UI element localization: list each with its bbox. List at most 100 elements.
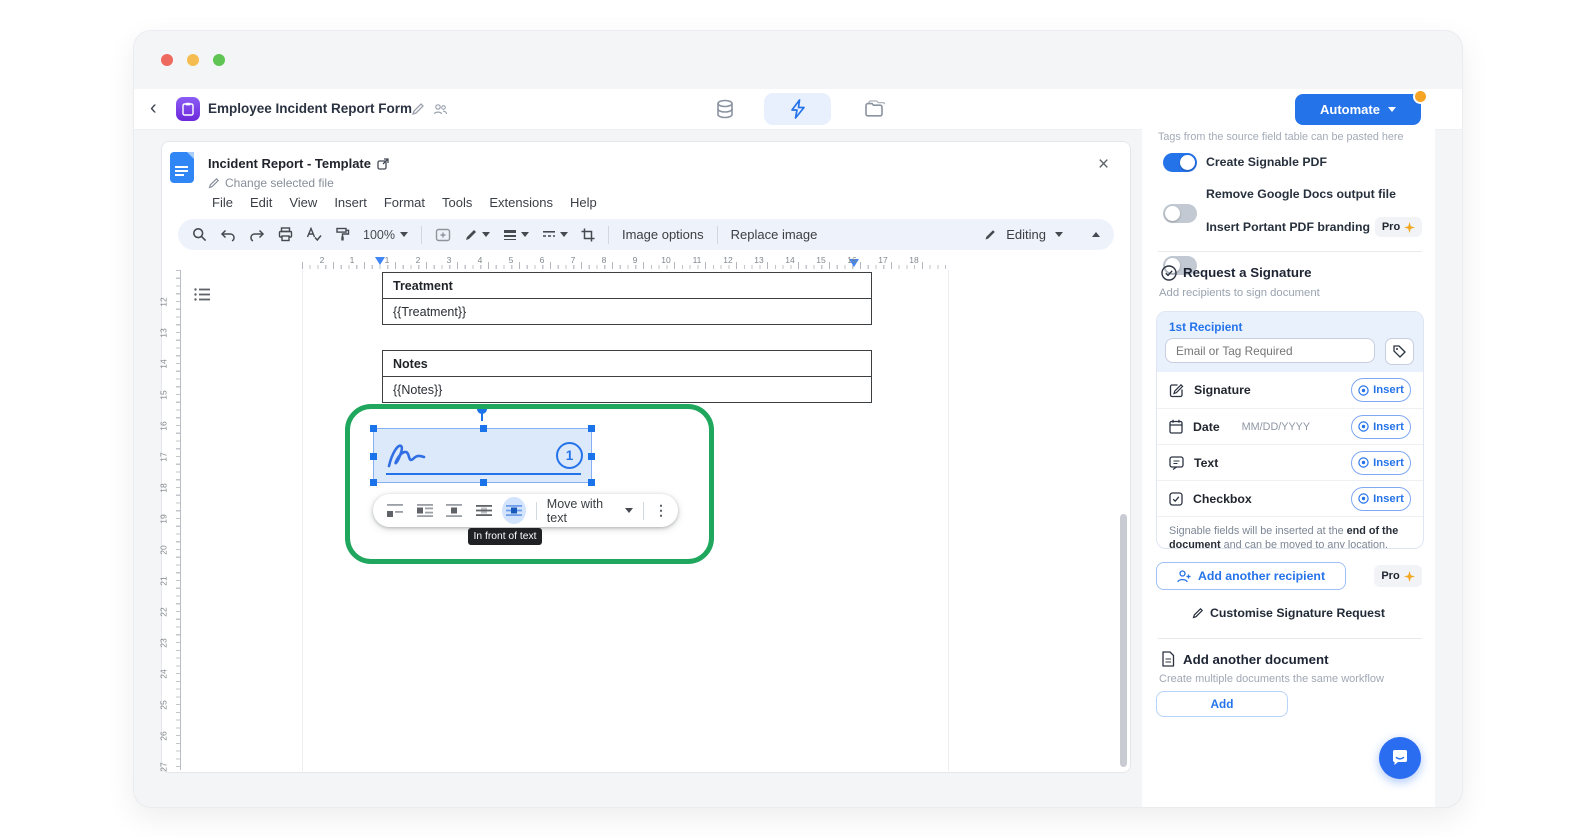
check-circle-icon bbox=[1161, 265, 1177, 281]
tag-icon bbox=[1393, 345, 1406, 358]
close-icon[interactable]: × bbox=[1098, 156, 1109, 174]
create-signable-pdf-toggle[interactable] bbox=[1163, 153, 1197, 172]
close-window-icon[interactable] bbox=[161, 54, 173, 66]
table-value-cell: {{Treatment}} bbox=[383, 299, 871, 324]
insert-signature-button[interactable]: Insert bbox=[1351, 378, 1411, 402]
insert-text-button[interactable]: Insert bbox=[1351, 451, 1411, 475]
recipient-email-input[interactable] bbox=[1165, 338, 1375, 363]
ruler-number: 5 bbox=[509, 255, 514, 265]
menu-tools[interactable]: Tools bbox=[442, 195, 472, 210]
ruler-number: 6 bbox=[540, 255, 545, 265]
menu-view[interactable]: View bbox=[289, 195, 317, 210]
table-header-cell: Notes bbox=[383, 351, 871, 377]
replace-image-button[interactable]: Replace image bbox=[731, 227, 818, 242]
divider bbox=[1158, 251, 1422, 252]
customise-signature-link[interactable]: Customise Signature Request bbox=[1142, 606, 1435, 620]
minimize-window-icon[interactable] bbox=[187, 54, 199, 66]
zoom-select[interactable]: 100% bbox=[363, 228, 408, 242]
zoom-value: 100% bbox=[363, 228, 395, 242]
redo-icon[interactable] bbox=[249, 228, 265, 242]
collapse-toolbar-icon[interactable] bbox=[1092, 232, 1100, 237]
menu-help[interactable]: Help bbox=[570, 195, 597, 210]
notes-table: Notes {{Notes}} bbox=[382, 350, 872, 403]
ruler-number: 14 bbox=[785, 255, 794, 265]
document-icon bbox=[1161, 651, 1175, 667]
menu-edit[interactable]: Edit bbox=[250, 195, 272, 210]
data-source-icon[interactable] bbox=[714, 98, 736, 120]
change-file-label: Change selected file bbox=[225, 176, 334, 190]
ruler-number: 18 bbox=[909, 255, 918, 265]
add-comment-icon[interactable] bbox=[435, 228, 451, 242]
tab-automations[interactable] bbox=[764, 93, 831, 125]
insert-date-button[interactable]: Insert bbox=[1351, 415, 1411, 439]
field-label: Signature bbox=[1194, 383, 1251, 397]
menu-file[interactable]: File bbox=[212, 195, 233, 210]
ruler-number: 27 bbox=[159, 762, 169, 771]
back-icon[interactable]: ‹ bbox=[150, 97, 157, 119]
horizontal-ruler: 21123456789101112131415161718 bbox=[162, 254, 1130, 270]
vertical-scrollbar[interactable] bbox=[1120, 514, 1127, 767]
ruler-number: 1 bbox=[385, 255, 390, 265]
editing-pencil-icon bbox=[984, 228, 997, 241]
mode-selector[interactable]: Editing bbox=[984, 227, 1063, 242]
document-outline-icon[interactable] bbox=[194, 288, 210, 301]
maximize-window-icon[interactable] bbox=[213, 54, 225, 66]
insert-label: Insert bbox=[1373, 457, 1404, 469]
left-indent-marker[interactable] bbox=[375, 257, 385, 265]
print-icon[interactable] bbox=[278, 227, 293, 242]
field-label: Date bbox=[1193, 420, 1220, 434]
calendar-icon bbox=[1169, 419, 1183, 434]
ruler-number: 18 bbox=[159, 483, 169, 492]
chevron-down-icon bbox=[400, 232, 408, 237]
menu-insert[interactable]: Insert bbox=[334, 195, 367, 210]
paint-format-icon[interactable] bbox=[335, 227, 350, 242]
ruler-number: 3 bbox=[447, 255, 452, 265]
border-color-tool[interactable] bbox=[464, 228, 490, 242]
note-text: Signable fields will be inserted at the bbox=[1169, 525, 1347, 537]
remove-gdocs-output-toggle[interactable] bbox=[1163, 204, 1197, 223]
insert-label: Insert bbox=[1373, 421, 1404, 433]
menu-extensions[interactable]: Extensions bbox=[489, 195, 553, 210]
add-document-button[interactable]: Add bbox=[1156, 691, 1288, 717]
field-label: Checkbox bbox=[1193, 492, 1252, 506]
field-row-date: Date MM/DD/YYYY Insert bbox=[1157, 408, 1423, 444]
chat-support-button[interactable] bbox=[1379, 737, 1421, 779]
image-options-button[interactable]: Image options bbox=[622, 227, 704, 242]
border-weight-tool[interactable] bbox=[503, 229, 529, 241]
change-selected-file[interactable]: Change selected file bbox=[208, 176, 334, 190]
insert-label: Insert bbox=[1373, 384, 1404, 396]
tag-picker-button[interactable] bbox=[1385, 338, 1414, 365]
ruler-number: 14 bbox=[159, 359, 169, 368]
folder-icon[interactable] bbox=[864, 99, 885, 118]
ruler-number: 26 bbox=[159, 731, 169, 740]
ruler-number: 16 bbox=[847, 255, 856, 265]
ruler-number: 12 bbox=[723, 255, 732, 265]
search-icon[interactable] bbox=[192, 227, 207, 242]
undo-icon[interactable] bbox=[220, 228, 236, 242]
automate-button[interactable]: Automate bbox=[1295, 94, 1421, 125]
field-row-checkbox: Checkbox Insert bbox=[1157, 480, 1423, 516]
ruler-number: 21 bbox=[159, 576, 169, 585]
crop-icon[interactable] bbox=[581, 228, 595, 242]
ruler-number: 13 bbox=[159, 328, 169, 337]
field-label: Text bbox=[1194, 456, 1218, 470]
signable-fields-note: Signable fields will be inserted at the … bbox=[1157, 516, 1423, 549]
automation-sidebar: Tags from the source field table can be … bbox=[1142, 129, 1435, 807]
ruler-number: 2 bbox=[320, 255, 325, 265]
workflow-title: Employee Incident Report Form bbox=[208, 101, 412, 116]
rename-icon[interactable] bbox=[411, 102, 425, 116]
insert-checkbox-button[interactable]: Insert bbox=[1351, 487, 1411, 511]
open-external-icon[interactable] bbox=[377, 158, 389, 170]
ruler-number: 8 bbox=[602, 255, 607, 265]
chevron-down-icon bbox=[1388, 107, 1396, 112]
pen-icon bbox=[464, 228, 478, 242]
border-dash-tool[interactable] bbox=[542, 230, 568, 240]
spellcheck-icon[interactable] bbox=[306, 227, 322, 242]
note-text: and can be moved to any location. bbox=[1221, 539, 1388, 549]
add-recipient-button[interactable]: Add another recipient bbox=[1156, 562, 1346, 590]
menu-format[interactable]: Format bbox=[384, 195, 425, 210]
share-users-icon[interactable] bbox=[433, 102, 448, 116]
pro-badge: Pro bbox=[1375, 217, 1422, 237]
customise-label: Customise Signature Request bbox=[1210, 606, 1385, 620]
ruler-number: 11 bbox=[693, 255, 702, 265]
